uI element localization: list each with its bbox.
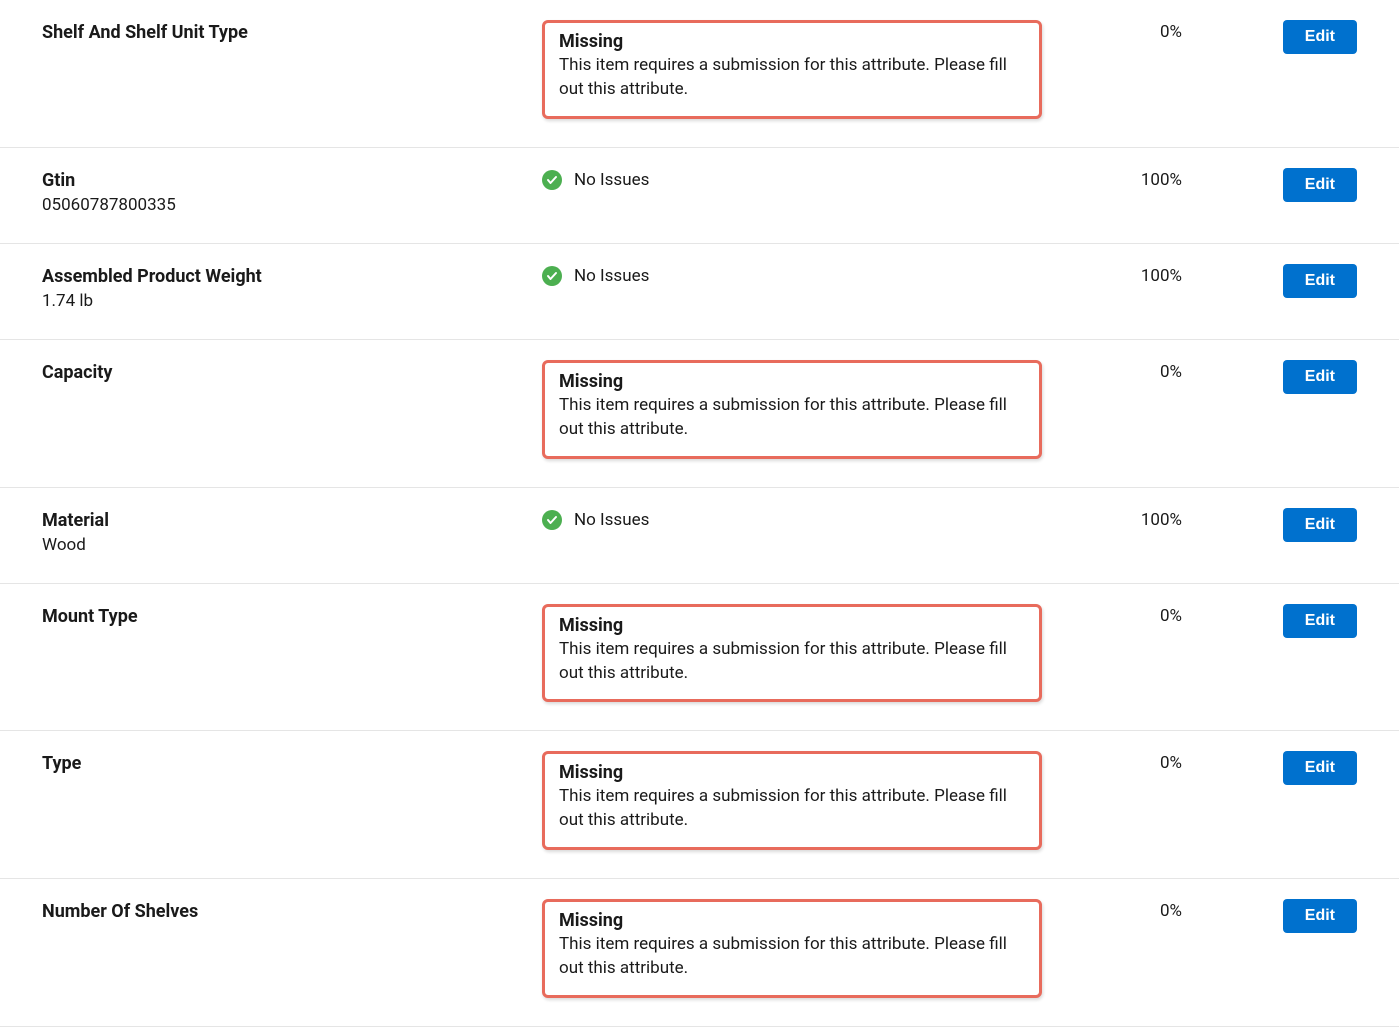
attribute-value: 05060787800335 bbox=[42, 195, 522, 215]
attribute-row: Assembled Product Weight1.74 lb No Issues… bbox=[0, 244, 1399, 340]
attribute-status-cell: No Issues bbox=[542, 264, 1062, 286]
edit-button[interactable]: Edit bbox=[1283, 604, 1357, 638]
missing-description: This item requires a submission for this… bbox=[559, 785, 1025, 833]
attribute-action-cell: Edit bbox=[1202, 168, 1357, 202]
attribute-name-cell: Type bbox=[42, 751, 542, 776]
attribute-value: 1.74 lb bbox=[42, 291, 522, 311]
edit-button[interactable]: Edit bbox=[1283, 264, 1357, 298]
attribute-row: Number Of Shelves MissingThis item requir… bbox=[0, 879, 1399, 1027]
attribute-name-cell: Gtin05060787800335 bbox=[42, 168, 542, 215]
attribute-name: Type bbox=[42, 751, 522, 776]
attribute-row: Capacity MissingThis item requires a subm… bbox=[0, 340, 1399, 488]
edit-button[interactable]: Edit bbox=[1283, 899, 1357, 933]
attribute-name: Shelf And Shelf Unit Type bbox=[42, 20, 522, 45]
status-ok: No Issues bbox=[542, 168, 1042, 190]
attribute-action-cell: Edit bbox=[1202, 508, 1357, 542]
attribute-action-cell: Edit bbox=[1202, 264, 1357, 298]
attribute-percent: 100% bbox=[1062, 168, 1202, 190]
attribute-status-cell: MissingThis item requires a submission f… bbox=[542, 360, 1062, 459]
edit-button[interactable]: Edit bbox=[1283, 20, 1357, 54]
attribute-action-cell: Edit bbox=[1202, 604, 1357, 638]
edit-button[interactable]: Edit bbox=[1283, 168, 1357, 202]
attribute-name-cell: MaterialWood bbox=[42, 508, 542, 555]
attribute-action-cell: Edit bbox=[1202, 20, 1357, 54]
status-ok-text: No Issues bbox=[574, 510, 649, 530]
attribute-action-cell: Edit bbox=[1202, 899, 1357, 933]
status-missing-box: MissingThis item requires a submission f… bbox=[542, 751, 1042, 850]
attribute-percent: 100% bbox=[1062, 264, 1202, 286]
attribute-row: Gtin05060787800335 No Issues 100% Edit bbox=[0, 148, 1399, 244]
attribute-row: Shelf And Shelf Unit Type MissingThis ite… bbox=[0, 0, 1399, 148]
missing-title: Missing bbox=[559, 910, 1025, 931]
attribute-name: Gtin bbox=[42, 168, 522, 193]
attribute-percent: 0% bbox=[1062, 604, 1202, 626]
attribute-percent: 100% bbox=[1062, 508, 1202, 530]
check-circle-icon bbox=[542, 170, 562, 190]
attribute-name: Capacity bbox=[42, 360, 522, 385]
attribute-name-cell: Shelf And Shelf Unit Type bbox=[42, 20, 542, 45]
attribute-status-cell: No Issues bbox=[542, 168, 1062, 190]
check-circle-icon bbox=[542, 510, 562, 530]
attribute-name: Material bbox=[42, 508, 522, 533]
attribute-status-cell: No Issues bbox=[542, 508, 1062, 530]
edit-button[interactable]: Edit bbox=[1283, 508, 1357, 542]
attribute-name-cell: Assembled Product Weight1.74 lb bbox=[42, 264, 542, 311]
attribute-action-cell: Edit bbox=[1202, 751, 1357, 785]
status-missing-box: MissingThis item requires a submission f… bbox=[542, 20, 1042, 119]
status-ok: No Issues bbox=[542, 264, 1042, 286]
status-ok-text: No Issues bbox=[574, 266, 649, 286]
attribute-value: Wood bbox=[42, 535, 522, 555]
status-missing-box: MissingThis item requires a submission f… bbox=[542, 604, 1042, 703]
attribute-status-cell: MissingThis item requires a submission f… bbox=[542, 899, 1062, 998]
attribute-action-cell: Edit bbox=[1202, 360, 1357, 394]
missing-description: This item requires a submission for this… bbox=[559, 394, 1025, 442]
attribute-row: Mount Type MissingThis item requires a su… bbox=[0, 584, 1399, 732]
attribute-name: Mount Type bbox=[42, 604, 522, 629]
missing-title: Missing bbox=[559, 371, 1025, 392]
missing-description: This item requires a submission for this… bbox=[559, 54, 1025, 102]
attribute-percent: 0% bbox=[1062, 899, 1202, 921]
attribute-percent: 0% bbox=[1062, 751, 1202, 773]
attribute-percent: 0% bbox=[1062, 360, 1202, 382]
missing-description: This item requires a submission for this… bbox=[559, 933, 1025, 981]
attribute-name: Assembled Product Weight bbox=[42, 264, 522, 289]
attribute-status-cell: MissingThis item requires a submission f… bbox=[542, 751, 1062, 850]
attribute-status-cell: MissingThis item requires a submission f… bbox=[542, 604, 1062, 703]
missing-title: Missing bbox=[559, 615, 1025, 636]
missing-title: Missing bbox=[559, 31, 1025, 52]
attribute-name-cell: Number Of Shelves bbox=[42, 899, 542, 924]
edit-button[interactable]: Edit bbox=[1283, 360, 1357, 394]
status-missing-box: MissingThis item requires a submission f… bbox=[542, 360, 1042, 459]
attribute-row: MaterialWood No Issues 100% Edit bbox=[0, 488, 1399, 584]
check-circle-icon bbox=[542, 266, 562, 286]
attribute-percent: 0% bbox=[1062, 20, 1202, 42]
attribute-status-cell: MissingThis item requires a submission f… bbox=[542, 20, 1062, 119]
attribute-row: Type MissingThis item requires a submissi… bbox=[0, 731, 1399, 879]
edit-button[interactable]: Edit bbox=[1283, 751, 1357, 785]
attribute-name: Number Of Shelves bbox=[42, 899, 522, 924]
status-ok: No Issues bbox=[542, 508, 1042, 530]
missing-description: This item requires a submission for this… bbox=[559, 638, 1025, 686]
missing-title: Missing bbox=[559, 762, 1025, 783]
status-missing-box: MissingThis item requires a submission f… bbox=[542, 899, 1042, 998]
status-ok-text: No Issues bbox=[574, 170, 649, 190]
attribute-name-cell: Mount Type bbox=[42, 604, 542, 629]
attribute-name-cell: Capacity bbox=[42, 360, 542, 385]
